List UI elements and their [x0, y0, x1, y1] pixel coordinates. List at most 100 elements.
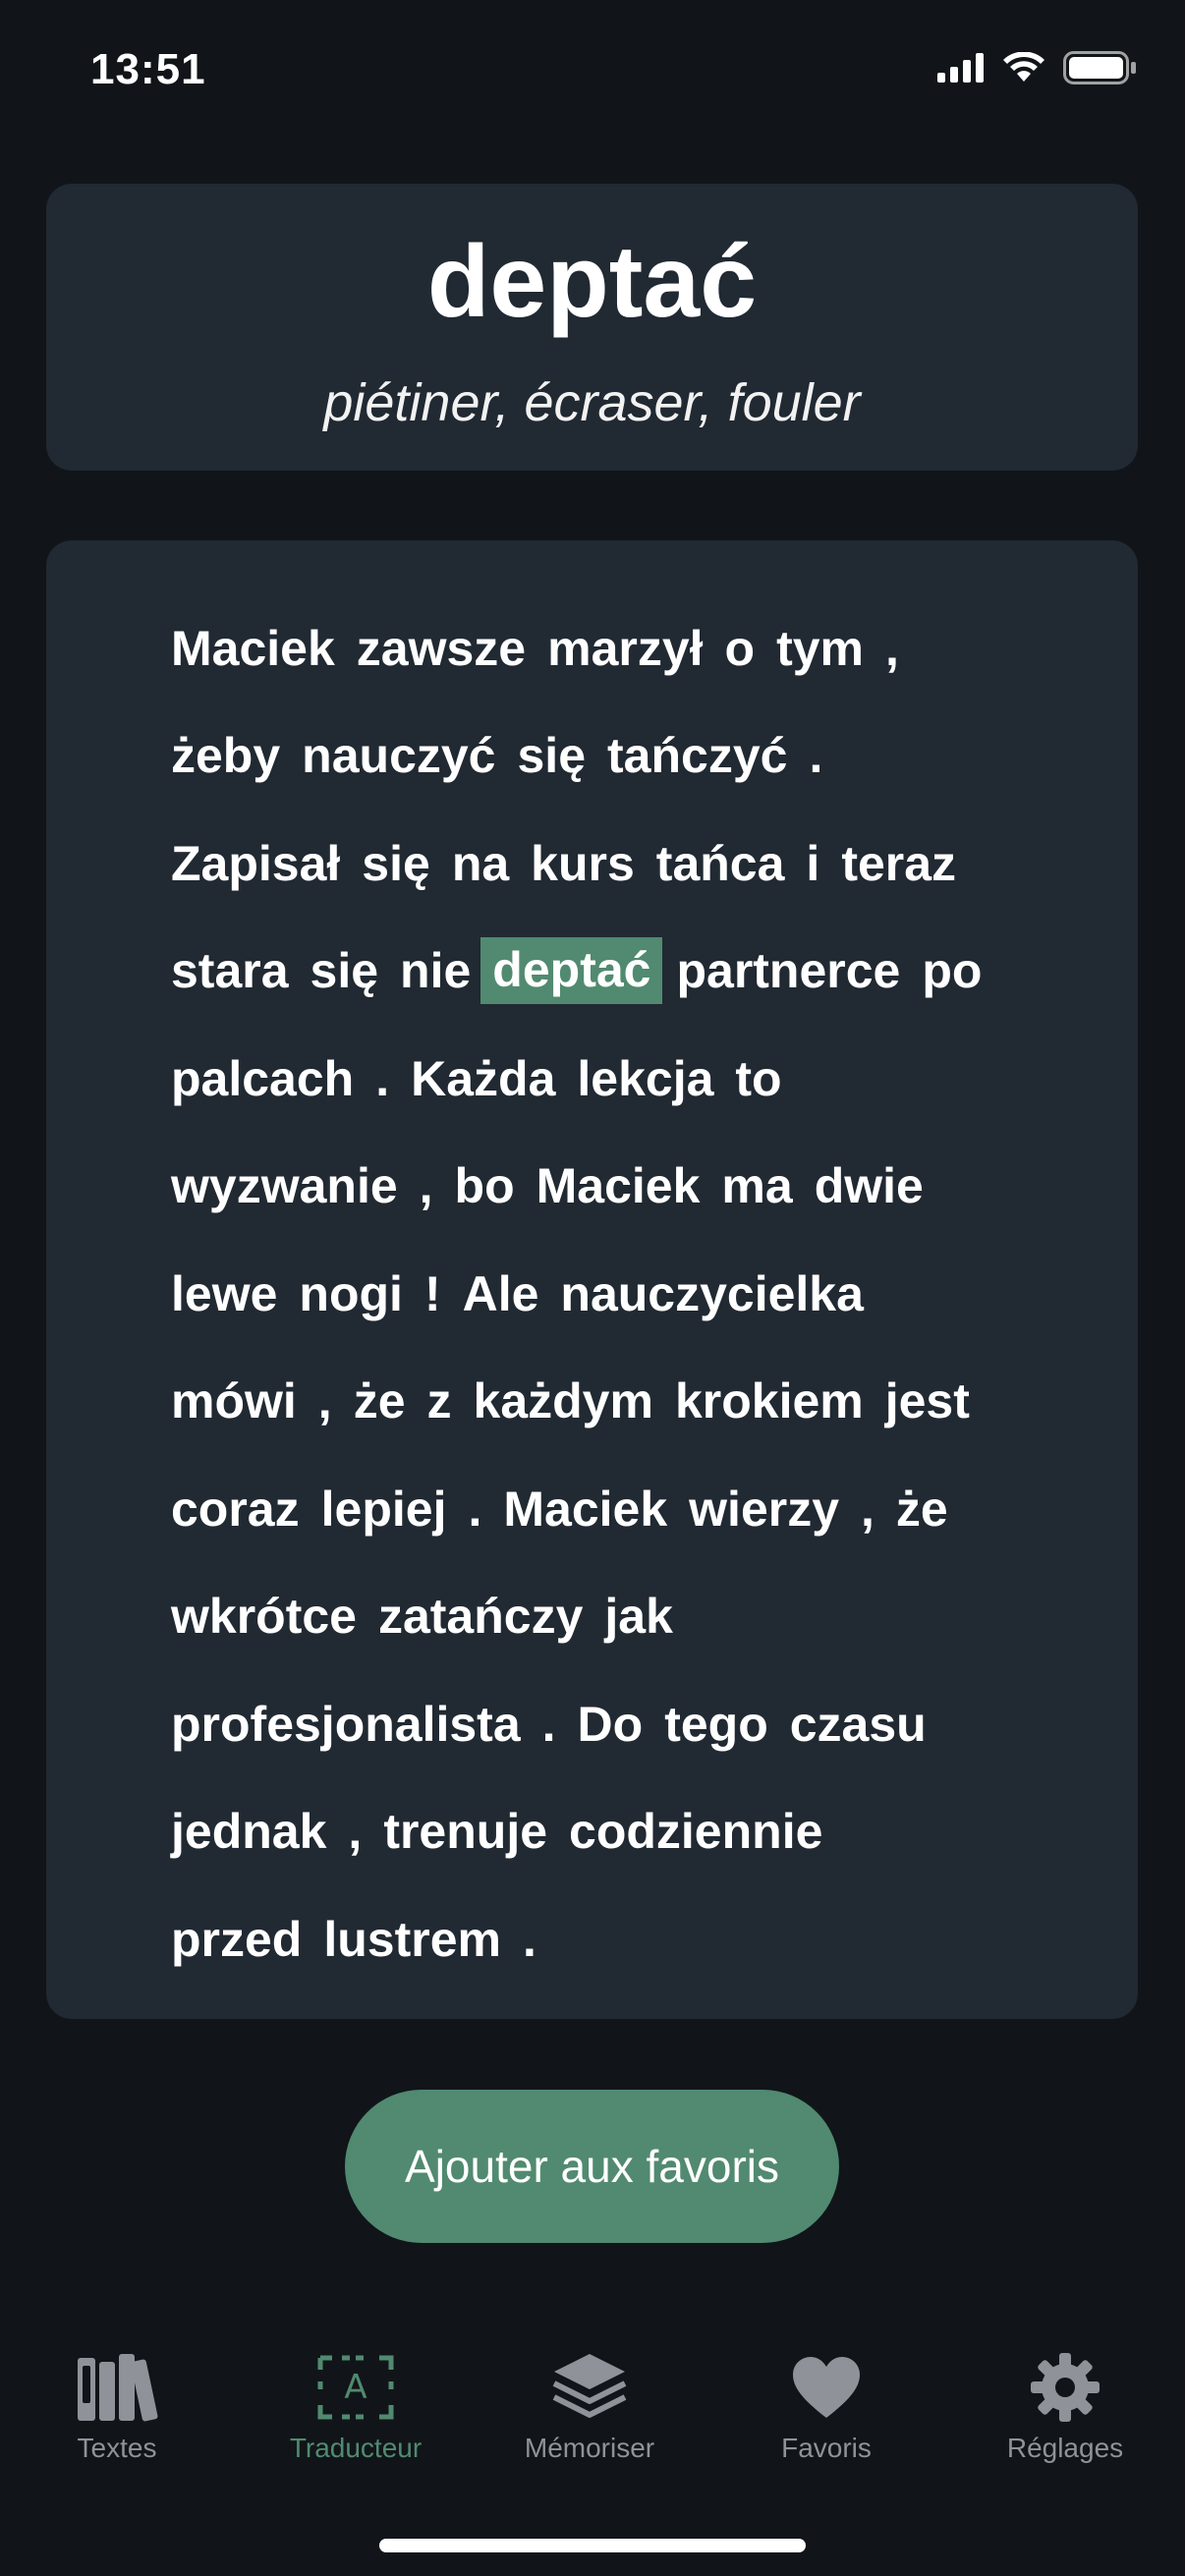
passage-word[interactable]: kurs: [531, 835, 635, 892]
passage-word[interactable]: lepiej: [321, 1481, 447, 1538]
passage-line: mówi, że z każdym krokiem jest: [171, 1348, 1095, 1456]
passage-word[interactable]: jednak: [171, 1803, 326, 1860]
passage-word[interactable]: i: [806, 835, 819, 892]
passage-word[interactable]: każdym: [474, 1372, 653, 1429]
tab-reglages[interactable]: Réglages: [957, 2338, 1173, 2495]
tab-favoris[interactable]: Favoris: [718, 2338, 934, 2495]
passage-line: wyzwanie, bo Maciek ma dwie: [171, 1133, 1095, 1241]
passage-word[interactable]: stara: [171, 942, 289, 999]
passage-word[interactable]: się: [362, 835, 430, 892]
status-time: 13:51: [90, 45, 206, 93]
tab-label: Traducteur: [289, 2433, 423, 2463]
passage-word[interactable]: codziennie: [569, 1803, 822, 1860]
passage-word[interactable]: .: [809, 727, 822, 784]
passage-word[interactable]: dwie: [815, 1157, 924, 1214]
passage-word[interactable]: czasu: [790, 1696, 927, 1753]
passage-word[interactable]: tańczyć: [607, 727, 787, 784]
status-icons: [937, 51, 1138, 84]
passage-word[interactable]: Każda: [411, 1050, 555, 1107]
passage-word[interactable]: trenuje: [383, 1803, 547, 1860]
tab-label: Mémoriser: [524, 2433, 655, 2463]
passage-line: palcach. Każda lekcja to: [171, 1025, 1095, 1133]
heart-icon: [791, 2346, 862, 2429]
passage-word[interactable]: Do: [578, 1696, 644, 1753]
passage-word[interactable]: profesjonalista: [171, 1696, 521, 1753]
passage-word[interactable]: ,: [420, 1157, 433, 1214]
passage-word[interactable]: ,: [861, 1481, 875, 1538]
passage-word[interactable]: .: [468, 1481, 481, 1538]
status-bar: 13:51: [0, 0, 1185, 147]
passage-line: profesjonalista. Do tego czasu: [171, 1670, 1095, 1778]
passage-word[interactable]: bo: [455, 1157, 515, 1214]
tab-label: Textes: [77, 2433, 157, 2463]
passage-word[interactable]: ,: [885, 620, 899, 677]
battery-icon: [1063, 51, 1136, 84]
passage-word[interactable]: Maciek: [536, 1157, 701, 1214]
passage-word[interactable]: tańca: [656, 835, 785, 892]
passage-line: coraz lepiej. Maciek wierzy, że: [171, 1455, 1095, 1563]
passage-word[interactable]: Maciek: [503, 1481, 667, 1538]
passage-word[interactable]: tego: [664, 1696, 768, 1753]
passage-word[interactable]: nauczycielka: [560, 1265, 864, 1322]
passage-word[interactable]: zatańczy: [378, 1588, 583, 1645]
tab-label: Favoris: [781, 2433, 872, 2463]
svg-text:A: A: [344, 2368, 367, 2407]
passage-line: stara się nie deptać partnerce po: [171, 918, 1095, 1026]
passage-line: lewe nogi! Ale nauczycielka: [171, 1240, 1095, 1348]
passage-word[interactable]: nauczyć: [302, 727, 495, 784]
passage-word[interactable]: że: [354, 1372, 406, 1429]
passage-word[interactable]: jest: [885, 1372, 970, 1429]
passage-word[interactable]: zawsze: [357, 620, 526, 677]
tab-textes[interactable]: Textes: [9, 2338, 225, 2495]
passage-word[interactable]: Maciek: [171, 620, 335, 677]
highlighted-word[interactable]: deptać: [480, 937, 663, 1005]
passage-word[interactable]: marzył: [547, 620, 703, 677]
word-translation: piétiner, écraser, fouler: [323, 373, 861, 432]
add-to-favorites-button[interactable]: Ajouter aux favoris: [345, 2090, 839, 2243]
passage-word[interactable]: o: [725, 620, 756, 677]
passage-word[interactable]: krokiem: [675, 1372, 864, 1429]
passage-word[interactable]: nie: [400, 942, 471, 999]
passage-word[interactable]: nogi: [299, 1265, 403, 1322]
passage-word[interactable]: ma: [721, 1157, 792, 1214]
passage-word[interactable]: się: [518, 727, 587, 784]
tab-traducteur[interactable]: A Traducteur: [248, 2338, 464, 2495]
passage-word[interactable]: wyzwanie: [171, 1157, 398, 1214]
passage-word[interactable]: lustrem: [323, 1911, 501, 1968]
passage-word[interactable]: !: [424, 1265, 441, 1322]
passage-word[interactable]: się: [310, 942, 379, 999]
passage-word[interactable]: że: [896, 1481, 948, 1538]
word-card: deptać piétiner, écraser, fouler: [46, 184, 1138, 471]
passage-word[interactable]: żeby: [171, 727, 280, 784]
passage-word[interactable]: lewe: [171, 1265, 277, 1322]
passage-word[interactable]: to: [735, 1050, 781, 1107]
passage-word[interactable]: .: [375, 1050, 389, 1107]
passage-word[interactable]: Ale: [463, 1265, 539, 1322]
passage-word[interactable]: teraz: [841, 835, 956, 892]
passage-word[interactable]: ,: [348, 1803, 362, 1860]
tab-label: Réglages: [1006, 2433, 1124, 2463]
passage-line: wkrótce zatańczy jak: [171, 1563, 1095, 1671]
passage-word[interactable]: palcach: [171, 1050, 354, 1107]
passage-word[interactable]: ,: [318, 1372, 332, 1429]
passage-word[interactable]: lekcja: [577, 1050, 713, 1107]
passage-word[interactable]: wierzy: [689, 1481, 839, 1538]
passage-word[interactable]: wkrótce: [171, 1588, 357, 1645]
passage-word[interactable]: Zapisał: [171, 835, 340, 892]
passage-word[interactable]: jak: [604, 1588, 673, 1645]
passage-word[interactable]: z: [427, 1372, 452, 1429]
passage-word[interactable]: coraz: [171, 1481, 300, 1538]
word-title: deptać: [426, 225, 758, 339]
passage-line: żeby nauczyć się tańczyć.: [171, 702, 1095, 811]
passage-word[interactable]: na: [452, 835, 509, 892]
passage-word[interactable]: przed: [171, 1911, 302, 1968]
passage-word[interactable]: .: [542, 1696, 556, 1753]
passage-word[interactable]: tym: [776, 620, 864, 677]
passage-word[interactable]: partnerce: [676, 942, 900, 999]
passage-line: przed lustrem.: [171, 1885, 1095, 1993]
passage-word[interactable]: po: [922, 942, 982, 999]
passage-line: Zapisał się na kurs tańca i teraz: [171, 810, 1095, 918]
passage-word[interactable]: .: [523, 1911, 536, 1968]
passage-word[interactable]: mówi: [171, 1372, 297, 1429]
tab-memoriser[interactable]: Mémoriser: [481, 2338, 698, 2495]
